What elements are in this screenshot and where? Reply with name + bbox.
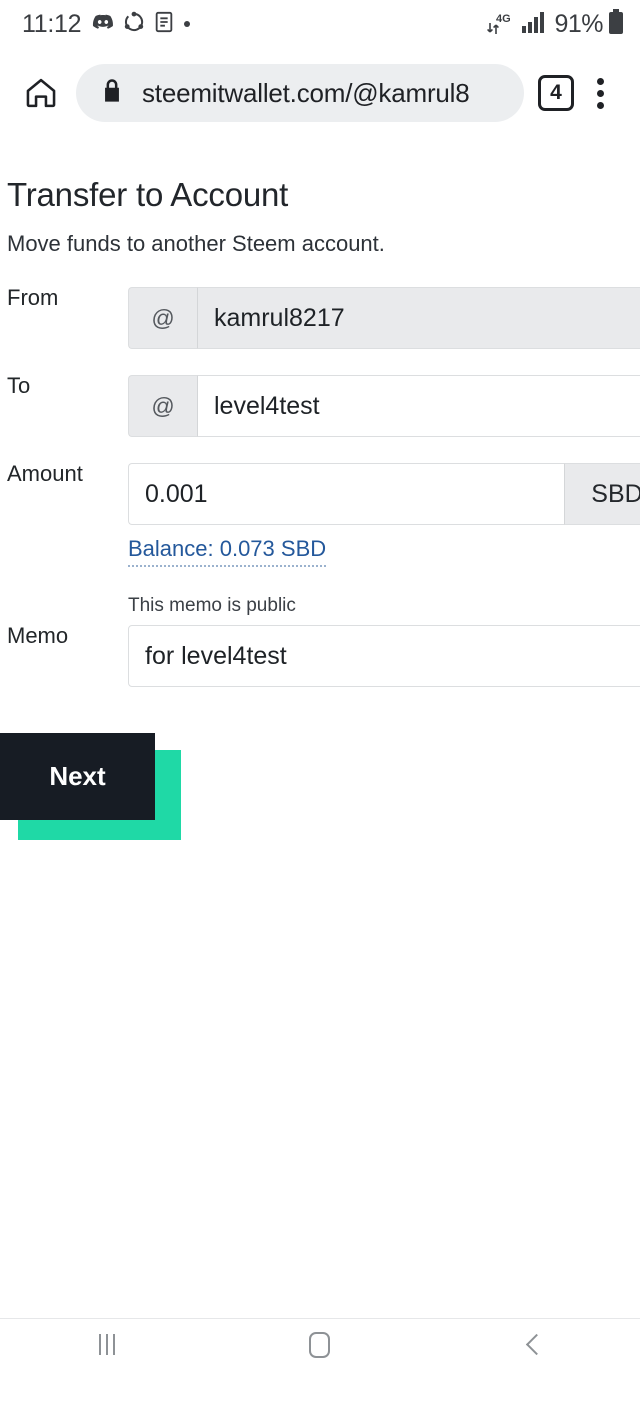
status-notification-icons bbox=[92, 11, 191, 38]
menu-dot bbox=[596, 101, 604, 109]
browser-toolbar: steemitwallet.com/@kamrul8 4 bbox=[0, 48, 640, 138]
document-icon bbox=[154, 11, 174, 38]
menu-dot bbox=[596, 77, 604, 85]
from-field-wrap: @ bbox=[128, 287, 640, 349]
recents-bar bbox=[98, 1334, 101, 1355]
mobile-data-arrows-icon: 4G bbox=[486, 9, 516, 39]
recents-bar bbox=[105, 1334, 108, 1355]
recents-button[interactable] bbox=[47, 1319, 167, 1371]
form-row-amount: Amount SBD bbox=[0, 463, 640, 525]
from-label: From bbox=[7, 285, 59, 310]
discord-icon bbox=[92, 11, 114, 38]
submit-area: Next bbox=[0, 733, 640, 843]
address-bar[interactable]: steemitwallet.com/@kamrul8 bbox=[76, 64, 524, 122]
memo-input[interactable] bbox=[128, 625, 640, 687]
signal-bars-icon bbox=[521, 10, 547, 39]
currency-suffix: SBD bbox=[564, 463, 640, 525]
amount-label: Amount bbox=[7, 461, 83, 486]
memo-public-note: This memo is public bbox=[128, 595, 296, 616]
transfer-form: From @ To @ Amount SBD Balance: 0.073 SB… bbox=[0, 287, 640, 843]
status-clock: 11:12 bbox=[22, 9, 82, 38]
form-row-from: From @ bbox=[0, 287, 640, 349]
memo-field-wrap bbox=[128, 625, 640, 687]
overflow-menu-icon[interactable] bbox=[574, 67, 626, 119]
back-chevron-icon bbox=[525, 1333, 547, 1356]
status-bar: 11:12 4G 91% bbox=[0, 0, 640, 48]
lock-icon bbox=[100, 78, 124, 109]
at-symbol-icon: @ bbox=[128, 375, 198, 437]
recents-bar bbox=[112, 1334, 115, 1355]
page-subtitle: Move funds to another Steem account. bbox=[7, 231, 385, 256]
next-button[interactable]: Next bbox=[0, 733, 155, 820]
home-icon[interactable] bbox=[18, 70, 64, 116]
balance-link[interactable]: Balance: 0.073 SBD bbox=[128, 536, 327, 567]
amount-input[interactable] bbox=[128, 463, 564, 525]
back-button[interactable] bbox=[473, 1319, 593, 1371]
battery-icon bbox=[608, 8, 624, 40]
balance-helper: Balance: 0.073 SBD bbox=[0, 536, 640, 567]
to-label: To bbox=[7, 373, 31, 398]
share-sync-icon bbox=[123, 11, 145, 38]
recents-icon bbox=[98, 1334, 115, 1355]
form-row-memo: Memo bbox=[0, 625, 640, 687]
url-text: steemitwallet.com/@kamrul8 bbox=[142, 77, 470, 108]
status-system-icons: 4G 91% bbox=[486, 8, 624, 40]
dot-icon bbox=[183, 15, 191, 33]
at-symbol-icon: @ bbox=[128, 287, 198, 349]
memo-label: Memo bbox=[7, 623, 69, 648]
page-content: Transfer to Account Move funds to anothe… bbox=[0, 138, 640, 1370]
battery-percent-label: 91% bbox=[554, 9, 603, 38]
amount-field-wrap: SBD bbox=[128, 463, 640, 525]
to-field-wrap: @ bbox=[128, 375, 640, 437]
android-nav-bar bbox=[0, 1318, 640, 1370]
menu-dot bbox=[596, 89, 604, 97]
from-account-input[interactable] bbox=[198, 287, 640, 349]
home-button[interactable] bbox=[260, 1319, 380, 1371]
to-account-input[interactable] bbox=[198, 375, 640, 437]
svg-text:4G: 4G bbox=[496, 13, 511, 25]
page-title: Transfer to Account bbox=[7, 176, 289, 213]
form-row-to: To @ bbox=[0, 375, 640, 437]
home-square-icon bbox=[309, 1331, 331, 1358]
tab-count-button[interactable]: 4 bbox=[538, 75, 574, 111]
